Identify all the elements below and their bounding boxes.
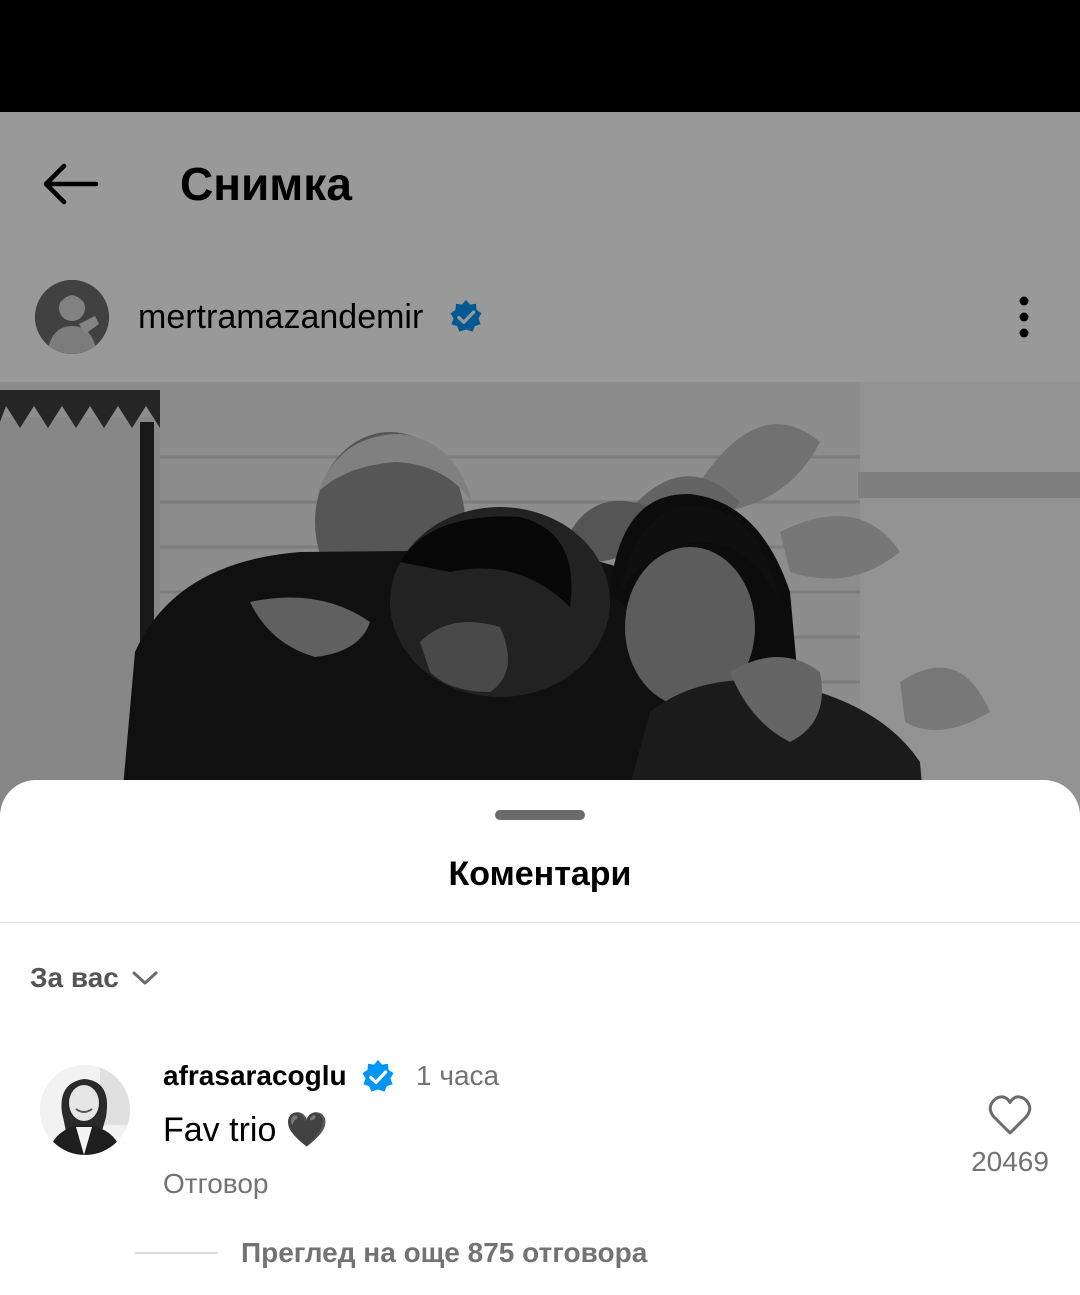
like-count: 20469 (971, 1146, 1049, 1177)
chevron-down-icon (132, 971, 158, 985)
commenter-avatar[interactable] (40, 1065, 130, 1155)
like-comment-button[interactable] (986, 1093, 1034, 1137)
verified-badge-icon (362, 1059, 394, 1092)
commenter-username[interactable]: afrasaracoglu (163, 1058, 347, 1094)
status-bar (0, 0, 1080, 112)
back-button[interactable] (30, 156, 110, 212)
arrow-left-icon (43, 163, 99, 205)
page-title: Снимка (180, 158, 352, 210)
sheet-drag-handle[interactable] (495, 810, 585, 820)
comment-filter-dropdown[interactable]: За вас (30, 956, 159, 1000)
replies-divider-line (135, 1252, 218, 1254)
avatar-image (35, 280, 109, 354)
top-app-bar: Снимка (0, 112, 1080, 252)
comments-sheet: Коментари За вас afrasaracoglu 1 часа Fa… (0, 780, 1080, 1295)
post-header: mertramazandemir (0, 277, 1080, 357)
divider (0, 922, 1080, 923)
comment-timestamp: 1 часа (416, 1060, 500, 1091)
comments-title: Коментари (448, 855, 632, 893)
post-owner-avatar[interactable] (35, 280, 109, 354)
post-photo[interactable] (0, 382, 1080, 822)
photo-content (0, 382, 1080, 822)
view-replies-button[interactable]: Преглед на още 875 отговора (241, 1235, 647, 1271)
post-owner-username[interactable]: mertramazandemir (138, 297, 423, 337)
avatar-image (40, 1065, 130, 1155)
comment-filter-label: За вас (30, 962, 119, 993)
comment-text: Fav trio 🖤 (163, 1111, 329, 1149)
more-vertical-icon (1019, 296, 1029, 338)
post-more-options-button[interactable] (1000, 285, 1048, 349)
reply-button[interactable]: Отговор (163, 1165, 268, 1203)
verified-badge-icon (450, 299, 482, 332)
app-screen: Снимка mertramazandemir Коментари За вас… (0, 112, 1080, 1295)
heart-outline-icon (988, 1095, 1032, 1135)
